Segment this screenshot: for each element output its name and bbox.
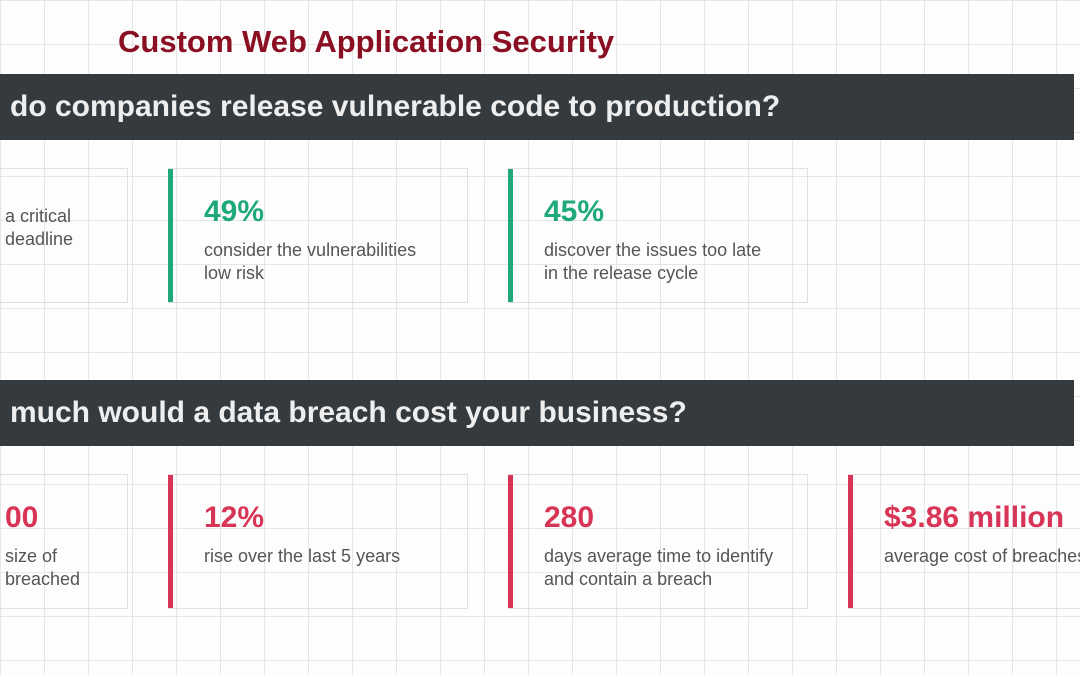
stat-row-1: a critical deadline 49% consider the vul…	[0, 168, 848, 303]
stat-card: 45% discover the issues too late in the …	[508, 168, 808, 303]
section-heading-2: much would a data breach cost your busin…	[0, 380, 1074, 446]
stat-desc: rise over the last 5 years	[204, 545, 437, 568]
stat-desc: average cost of breaches	[884, 545, 1080, 568]
stat-value: 12%	[204, 501, 437, 535]
stat-card: 49% consider the vulnerabilities low ris…	[168, 168, 468, 303]
stat-value: 280	[544, 501, 777, 535]
stat-value: 45%	[544, 195, 777, 229]
stat-desc: discover the issues too late in the rele…	[544, 239, 777, 286]
page-title: Custom Web Application Security	[118, 24, 614, 60]
stat-desc: size of breached	[5, 545, 97, 592]
stat-card: $3.86 million average cost of breaches	[848, 474, 1080, 609]
stat-card: a critical deadline	[0, 168, 128, 303]
stat-card: 280 days average time to identify and co…	[508, 474, 808, 609]
section-heading-1: do companies release vulnerable code to …	[0, 74, 1074, 140]
stat-value: 49%	[204, 195, 437, 229]
stat-desc: consider the vulnerabilities low risk	[204, 239, 437, 286]
stat-value: $3.86 million	[884, 501, 1080, 535]
stat-card: 00 size of breached	[0, 474, 128, 609]
stat-row-2: 00 size of breached 12% rise over the la…	[0, 474, 1080, 609]
grid-edge	[0, 0, 783, 1]
stat-desc: days average time to identify and contai…	[544, 545, 777, 592]
stat-card: 12% rise over the last 5 years	[168, 474, 468, 609]
stat-value: 00	[5, 501, 97, 535]
stat-desc: a critical deadline	[5, 205, 97, 252]
